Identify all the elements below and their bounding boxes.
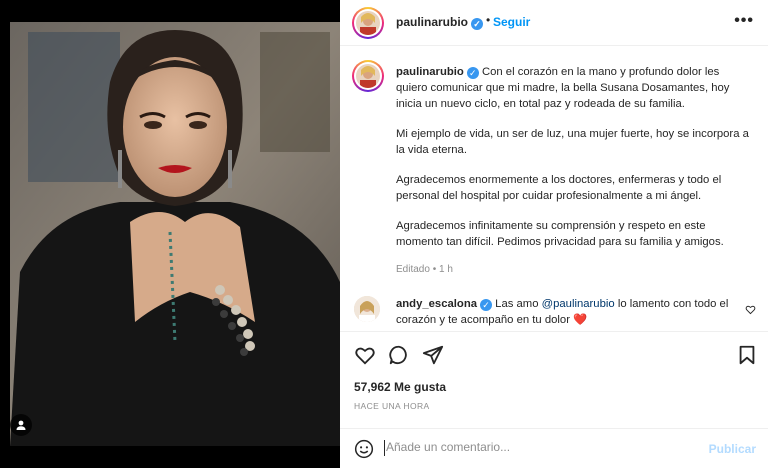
verified-badge-icon: ✓ — [480, 299, 493, 311]
caption-paragraph-4: Agradecemos infinitamente su comprensión… — [396, 220, 724, 248]
caption-text: paulinarubio ✓ Con el corazón en la mano … — [396, 64, 750, 264]
comment-emoji: ❤️ — [573, 314, 588, 326]
caption-section: paulinarubio ✓ Con el corazón en la mano … — [340, 46, 768, 286]
follow-button[interactable]: Seguir — [493, 15, 530, 29]
caption-paragraph-3: Agradecemos enormemente a los doctores, … — [396, 174, 722, 202]
commenter-username[interactable]: andy_escalona — [396, 298, 477, 310]
like-heart-icon[interactable] — [354, 344, 376, 366]
more-options-icon[interactable]: ••• — [734, 12, 754, 30]
user-tag-button[interactable] — [10, 414, 32, 436]
comment-item: andy_escalona ✓ Las amo @paulinarubio lo … — [340, 288, 768, 332]
caption-paragraph-2: Mi ejemplo de vida, un ser de luz, una m… — [396, 128, 749, 156]
post-actions-bar — [340, 340, 768, 370]
save-bookmark-icon[interactable] — [736, 344, 758, 366]
verified-badge-icon: ✓ — [471, 18, 483, 30]
text-cursor — [384, 440, 385, 456]
caption-author-avatar[interactable] — [352, 60, 384, 92]
commenter-avatar[interactable] — [354, 296, 380, 322]
post-media — [0, 0, 340, 468]
caption-paragraph: paulinarubio ✓ Con el corazón en la mano … — [396, 64, 750, 112]
edited-label: Editado • 1 h — [396, 264, 453, 275]
comment-mention-link[interactable]: @paulinarubio — [542, 298, 615, 310]
portrait-image — [10, 22, 340, 446]
comment-input[interactable] — [386, 440, 686, 454]
share-paper-plane-icon[interactable] — [422, 344, 444, 366]
post-details-panel: paulinarubio ✓ • Seguir ••• paulinarubio ✓… — [340, 0, 768, 468]
edited-time: 1 h — [439, 264, 453, 275]
post-photo[interactable] — [10, 22, 340, 446]
comment-icon[interactable] — [388, 344, 410, 366]
publish-button[interactable]: Publicar — [709, 442, 756, 456]
post-timestamp: HACE UNA HORA — [354, 401, 430, 411]
post-header: paulinarubio ✓ • Seguir ••• — [340, 0, 768, 46]
header-separator: • — [486, 13, 491, 27]
user-icon — [16, 420, 26, 430]
avatar-image — [356, 64, 380, 88]
verified-badge-icon: ✓ — [466, 67, 479, 79]
emoji-icon[interactable] — [354, 439, 374, 459]
caption-username[interactable]: paulinarubio — [396, 66, 464, 78]
comment-composer: Publicar — [340, 428, 768, 468]
comment-like-heart-icon[interactable] — [745, 304, 756, 315]
author-username[interactable]: paulinarubio ✓ — [396, 15, 483, 30]
comment-text-before: Las amo — [495, 298, 539, 310]
edited-text: Editado — [396, 264, 430, 275]
avatar-image — [356, 11, 380, 35]
edited-dot: • — [432, 264, 437, 275]
comment-text: andy_escalona ✓ Las amo @paulinarubio lo … — [396, 296, 736, 328]
author-avatar[interactable] — [352, 7, 384, 39]
likes-count[interactable]: 57,962 Me gusta — [354, 380, 446, 394]
avatar-image — [354, 296, 380, 322]
author-username-text[interactable]: paulinarubio — [396, 15, 468, 29]
